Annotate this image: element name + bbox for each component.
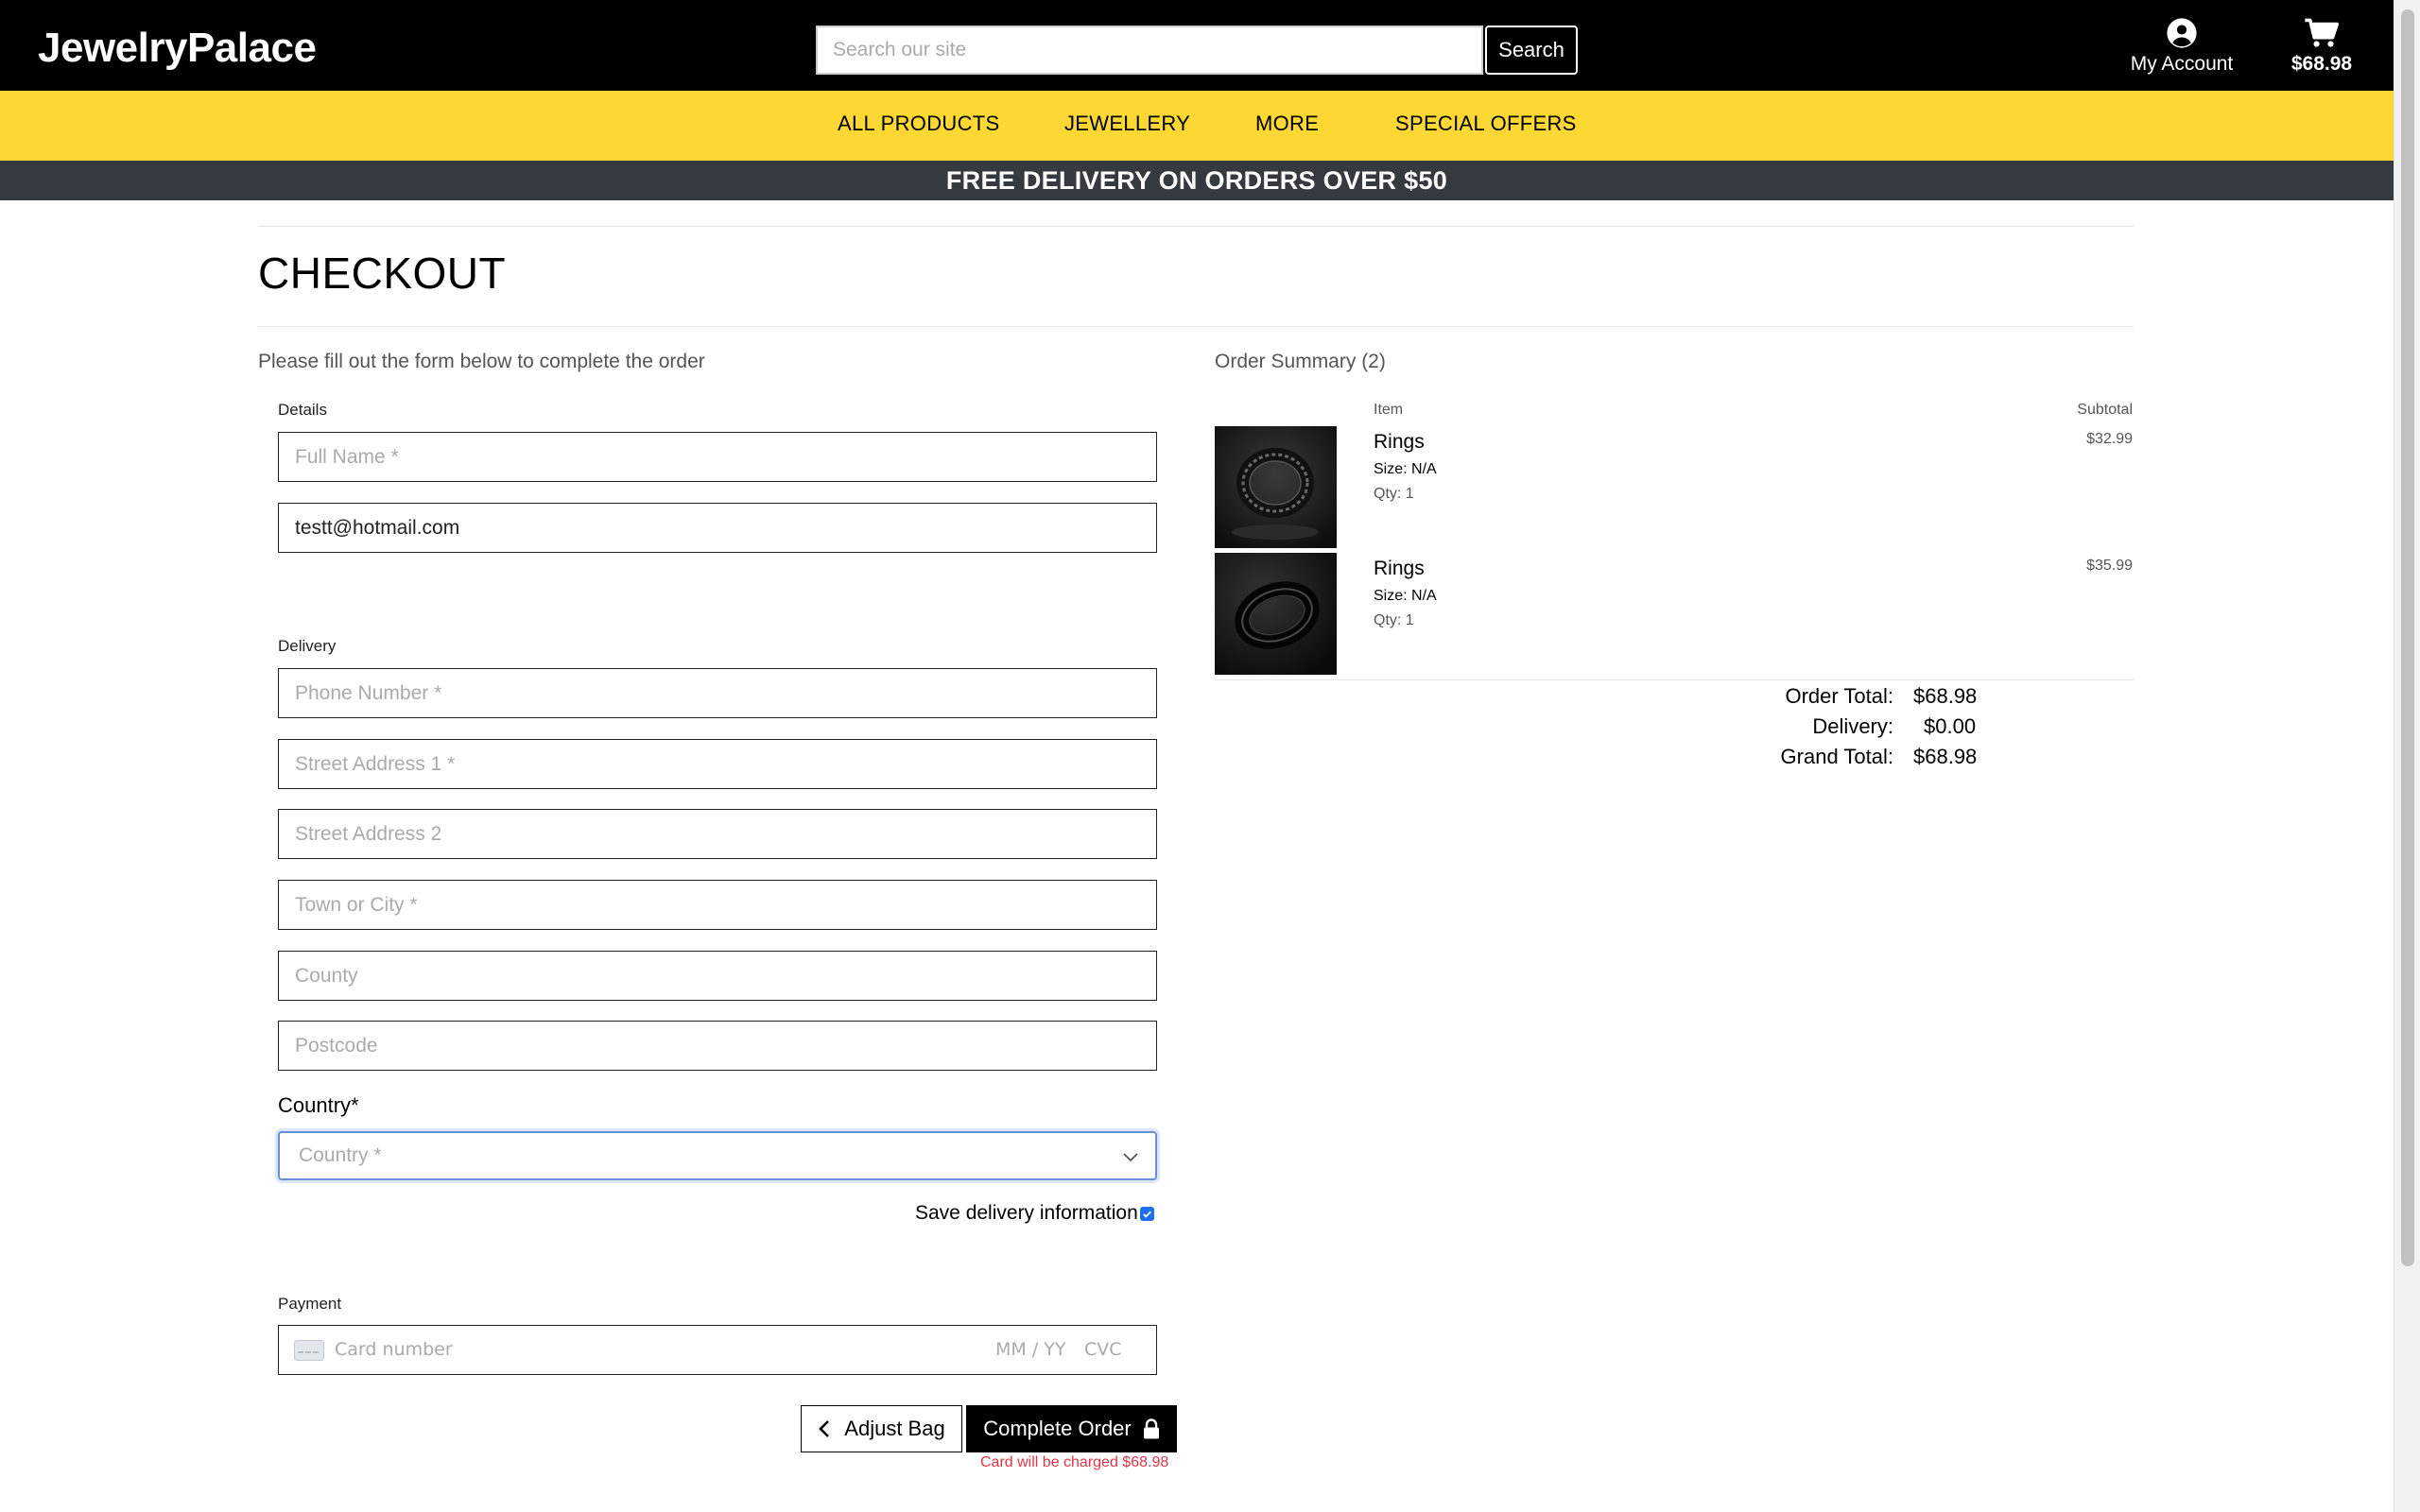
nav-all-products[interactable]: ALL PRODUCTS (838, 112, 1000, 136)
user-circle-icon (2167, 18, 2197, 48)
card-number-placeholder[interactable]: Card number (335, 1339, 453, 1360)
cart-link[interactable]: $68.98 (2278, 17, 2365, 76)
checkmark-icon (1142, 1211, 1151, 1218)
search-button[interactable]: Search (1485, 26, 1578, 75)
adjust-bag-label: Adjust Bag (844, 1417, 945, 1440)
ring-image-icon (1215, 426, 1337, 548)
country-select-value: Country * (299, 1144, 382, 1166)
search-bar: Search (816, 26, 1578, 75)
top-header: JewelryPalace Search My Account $68.98 (0, 0, 2394, 91)
ring-image-icon (1215, 553, 1337, 675)
scrollbar-thumb[interactable] (2401, 9, 2414, 1266)
column-header-item: Item (1374, 402, 1404, 418)
chevron-down-icon (1123, 1153, 1138, 1162)
site-logo[interactable]: JewelryPalace (38, 25, 317, 72)
order-summary-title: Order Summary (2) (1215, 351, 1386, 372)
town-city-field[interactable] (278, 880, 1157, 930)
complete-order-button[interactable]: Complete Order (966, 1405, 1177, 1452)
main-nav: ALL PRODUCTS JEWELLERY MORE SPECIAL OFFE… (0, 91, 2394, 161)
details-label: Details (278, 401, 327, 419)
charge-note: Card will be charged $68.98 (980, 1454, 1169, 1470)
delivery-label: Delivery (278, 637, 337, 655)
save-delivery-label: Save delivery information (915, 1202, 1138, 1224)
page-scrollbar[interactable] (2394, 0, 2420, 1512)
item-subtotal: $35.99 (2086, 558, 2133, 574)
item-qty: Qty: 1 (1374, 486, 1414, 502)
save-delivery-checkbox[interactable] (1139, 1206, 1154, 1221)
delivery-cost-value: $0.00 (1924, 714, 1977, 738)
checkout-intro: Please fill out the form below to comple… (258, 351, 705, 372)
grand-total-value: $68.98 (1913, 745, 1978, 768)
payment-label: Payment (278, 1295, 342, 1313)
cart-total: $68.98 (2290, 53, 2353, 75)
item-size: Size: N/A (1374, 588, 1437, 604)
item-name: Rings (1374, 431, 1425, 453)
free-delivery-banner: FREE DELIVERY ON ORDERS OVER $50 (0, 161, 2394, 200)
column-header-subtotal: Subtotal (2077, 402, 2133, 418)
product-thumbnail[interactable] (1215, 553, 1337, 675)
adjust-bag-button[interactable]: Adjust Bag (801, 1405, 962, 1452)
nav-more[interactable]: MORE (1255, 112, 1319, 136)
chevron-left-icon (819, 1420, 830, 1437)
nav-special-offers[interactable]: SPECIAL OFFERS (1395, 112, 1577, 136)
phone-field[interactable] (278, 668, 1157, 718)
street-address-2-field[interactable] (278, 809, 1157, 859)
complete-order-label: Complete Order (983, 1417, 1132, 1440)
credit-card-icon (294, 1340, 324, 1361)
email-field[interactable] (278, 503, 1157, 553)
item-subtotal: $32.99 (2086, 431, 2133, 447)
postcode-field[interactable] (278, 1021, 1157, 1071)
save-delivery-row[interactable]: Save delivery information (915, 1202, 1154, 1225)
grand-total-label: Grand Total: (1780, 745, 1893, 768)
my-account-link[interactable]: My Account (2127, 17, 2237, 76)
country-select[interactable]: Country * (278, 1131, 1157, 1180)
page-title: CHECKOUT (258, 249, 507, 298)
card-expiry-placeholder[interactable]: MM / YY (995, 1339, 1065, 1360)
street-address-1-field[interactable] (278, 739, 1157, 789)
lock-icon (1143, 1418, 1159, 1439)
full-name-field[interactable] (278, 432, 1157, 482)
my-account-label: My Account (2130, 53, 2234, 75)
order-total-value: $68.98 (1913, 684, 1978, 708)
divider-title (258, 326, 2134, 327)
shopping-cart-icon (2305, 18, 2340, 47)
search-input[interactable] (816, 26, 1483, 75)
country-label: Country* (278, 1093, 359, 1117)
nav-jewellery[interactable]: JEWELLERY (1064, 112, 1190, 136)
product-thumbnail[interactable] (1215, 426, 1337, 548)
card-cvc-placeholder[interactable]: CVC (1084, 1339, 1122, 1360)
divider-summary (1215, 679, 2134, 680)
delivery-cost-label: Delivery: (1812, 714, 1893, 738)
divider-top (258, 226, 2134, 227)
county-field[interactable] (278, 951, 1157, 1001)
item-size: Size: N/A (1374, 461, 1437, 477)
item-name: Rings (1374, 558, 1425, 579)
order-total-label: Order Total: (1785, 684, 1893, 708)
card-input[interactable]: Card number MM / YY CVC (278, 1325, 1157, 1375)
item-qty: Qty: 1 (1374, 612, 1414, 628)
